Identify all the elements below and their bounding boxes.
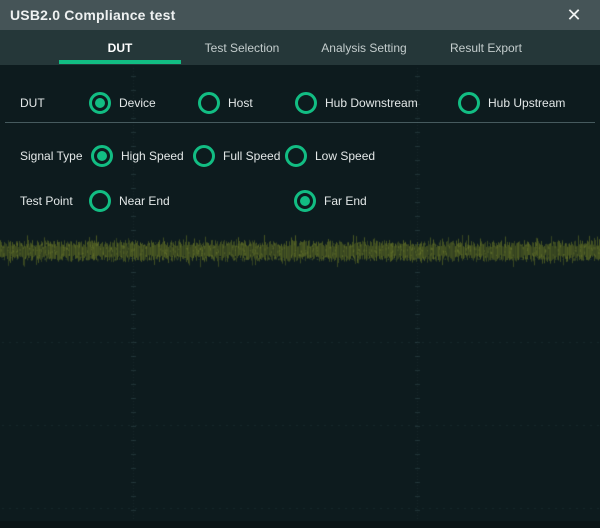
radio-label: Hub Downstream — [325, 96, 418, 110]
radio-option-device[interactable]: Device — [89, 92, 156, 114]
active-tab-underline — [59, 60, 181, 64]
radio-circle — [89, 92, 111, 114]
usb-compliance-dialog: USB2.0 Compliance test ✕ DUT Test Select… — [0, 0, 600, 528]
radio-label: Far End — [324, 194, 367, 208]
radio-option-full-speed[interactable]: Full Speed — [193, 145, 280, 167]
tab-analysis-setting[interactable]: Analysis Setting — [303, 30, 425, 65]
radio-circle — [295, 92, 317, 114]
section-divider — [5, 122, 595, 123]
radio-circle — [91, 145, 113, 167]
row-dut: DUT Device Host Hub Downstream Hub Upstr… — [0, 92, 600, 114]
tab-test-selection[interactable]: Test Selection — [181, 30, 303, 65]
radio-option-host[interactable]: Host — [198, 92, 253, 114]
radio-option-near-end[interactable]: Near End — [89, 190, 170, 212]
radio-label: Low Speed — [315, 149, 375, 163]
radio-label: Device — [119, 96, 156, 110]
radio-option-far-end[interactable]: Far End — [294, 190, 367, 212]
close-icon[interactable]: ✕ — [561, 0, 587, 30]
title-bar: USB2.0 Compliance test ✕ — [0, 0, 600, 30]
tab-result-export[interactable]: Result Export — [425, 30, 547, 65]
tab-bar: DUT Test Selection Analysis Setting Resu… — [0, 30, 600, 65]
radio-circle — [198, 92, 220, 114]
dialog-title: USB2.0 Compliance test — [10, 7, 175, 23]
radio-option-hub-upstream[interactable]: Hub Upstream — [458, 92, 565, 114]
radio-option-high-speed[interactable]: High Speed — [91, 145, 184, 167]
radio-label: Host — [228, 96, 253, 110]
radio-circle — [89, 190, 111, 212]
radio-circle — [285, 145, 307, 167]
radio-option-hub-downstream[interactable]: Hub Downstream — [295, 92, 418, 114]
scope-display — [0, 0, 600, 528]
radio-option-low-speed[interactable]: Low Speed — [285, 145, 375, 167]
radio-label: Full Speed — [223, 149, 280, 163]
radio-label: High Speed — [121, 149, 184, 163]
row-test-point-label: Test Point — [20, 190, 73, 212]
row-test-point: Test Point Near End Far End — [0, 190, 600, 212]
row-dut-label: DUT — [20, 92, 45, 114]
radio-circle — [193, 145, 215, 167]
row-signal-type-label: Signal Type — [20, 145, 83, 167]
radio-label: Hub Upstream — [488, 96, 565, 110]
row-signal-type: Signal Type High Speed Full Speed Low Sp… — [0, 145, 600, 167]
radio-label: Near End — [119, 194, 170, 208]
radio-circle — [294, 190, 316, 212]
radio-circle — [458, 92, 480, 114]
